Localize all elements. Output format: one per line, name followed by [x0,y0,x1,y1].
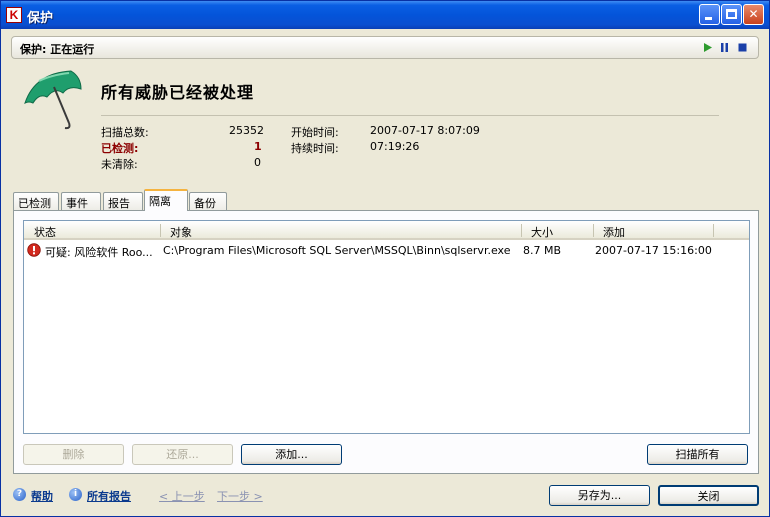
delete-button[interactable]: 删除 [23,444,124,465]
kaspersky-k-icon: K [6,7,22,23]
row-object: C:\Program Files\Microsoft SQL Server\MS… [163,244,511,257]
close-button[interactable]: 关闭 [658,485,759,506]
umbrella-icon [24,70,82,130]
pause-icon[interactable] [719,42,730,53]
tab-backup[interactable]: 备份 [189,192,227,211]
quarantine-panel: 状态 对象 大小 添加 可疑: 风险软件 Roo... C:\Program F… [13,210,759,474]
header-divider [101,115,719,116]
maximize-button[interactable] [721,4,742,25]
duration-label: 持续时间: [291,142,339,155]
duration-value: 07:19:26 [370,140,420,153]
column-separator[interactable] [593,224,594,237]
protection-window: K 保护 ✕ 保护: 正在运行 所有威胁已经被处理 扫描总数: 25352 已检… [0,0,770,517]
column-separator[interactable] [521,224,522,237]
stop-icon[interactable] [737,42,748,53]
column-added[interactable]: 添加 [603,224,625,240]
maximize-icon [726,9,737,19]
list-header: 状态 对象 大小 添加 [24,221,749,240]
scan-all-button[interactable]: 扫描所有 [647,444,748,465]
all-reports-link[interactable]: 所有报告 [87,488,131,504]
close-x-icon: ✕ [748,7,759,21]
minimize-button[interactable] [699,4,720,25]
unremoved-value: 0 [254,156,261,169]
summary-headline: 所有威胁已经被处理 [101,83,255,102]
start-time-label: 开始时间: [291,126,339,139]
tab-detected[interactable]: 已检测 [13,192,59,211]
add-button[interactable]: 添加... [241,444,342,465]
info-icon[interactable]: i [69,488,82,501]
scanned-total-label: 扫描总数: [101,126,149,139]
detected-value: 1 [254,140,262,153]
help-link[interactable]: 帮助 [31,488,53,504]
status-bar: 保护: 正在运行 [11,36,759,59]
tab-events[interactable]: 事件 [61,192,101,211]
start-time-value: 2007-07-17 8:07:09 [370,124,480,137]
column-status[interactable]: 状态 [34,224,56,240]
play-icon[interactable] [702,42,713,53]
footer: ? 帮助 i 所有报告 < 上一步 下一步 > 另存为... 关闭 [1,481,769,511]
restore-button[interactable]: 还原... [132,444,233,465]
save-as-button[interactable]: 另存为... [549,485,650,506]
tab-quarantine[interactable]: 隔离 [144,189,188,211]
tab-reports[interactable]: 报告 [103,192,143,211]
table-row[interactable]: 可疑: 风险软件 Roo... C:\Program Files\Microso… [24,242,749,259]
row-added: 2007-07-17 15:16:00 [595,244,712,257]
next-step-link[interactable]: 下一步 > [217,488,263,504]
row-status: 可疑: 风险软件 Roo... [45,246,153,259]
detected-label: 已检测: [101,142,139,155]
row-size: 8.7 MB [523,244,562,257]
minimize-icon [705,17,712,20]
column-object[interactable]: 对象 [170,224,192,240]
window-title: 保护 [27,11,54,26]
warning-icon [27,243,41,257]
column-separator[interactable] [160,224,161,237]
column-size[interactable]: 大小 [531,224,553,240]
close-window-button[interactable]: ✕ [743,4,764,25]
prev-step-link[interactable]: < 上一步 [159,488,205,504]
title-bar[interactable]: K 保护 ✕ [1,1,769,29]
quarantine-list[interactable]: 状态 对象 大小 添加 可疑: 风险软件 Roo... C:\Program F… [23,220,750,434]
unremoved-label: 未清除: [101,158,138,171]
help-icon[interactable]: ? [13,488,26,501]
scanned-total-value: 25352 [229,124,264,137]
column-separator[interactable] [713,224,714,237]
status-text: 保护: 正在运行 [20,43,95,56]
